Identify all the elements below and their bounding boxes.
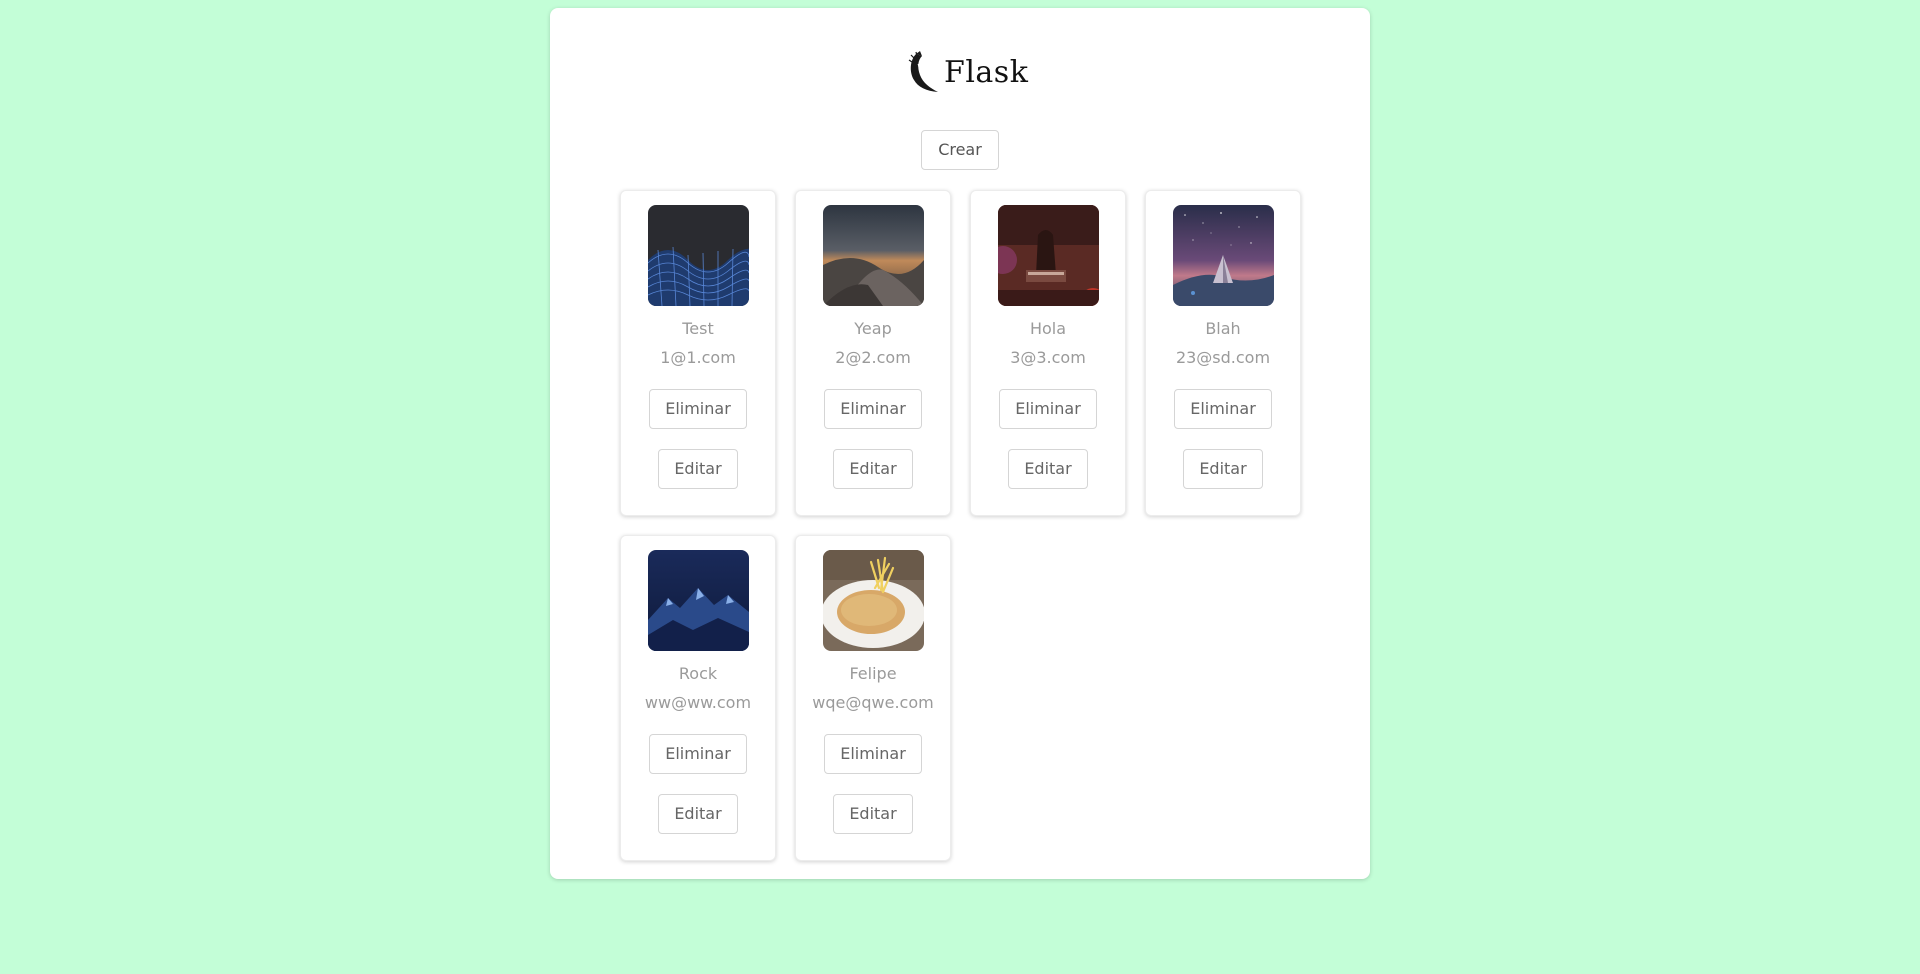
main-panel: Flask Crear Test 1@1.com Eliminar Editar	[550, 8, 1370, 879]
user-name: Rock	[678, 664, 718, 683]
delete-button[interactable]: Eliminar	[649, 734, 747, 774]
user-name: Test	[682, 319, 714, 338]
user-name: Blah	[1205, 319, 1241, 338]
edit-button[interactable]: Editar	[1183, 449, 1263, 489]
edit-button[interactable]: Editar	[833, 449, 913, 489]
user-name: Hola	[1029, 319, 1067, 338]
user-photo	[823, 205, 924, 306]
blue-mountains-image	[648, 550, 749, 651]
user-card: Hola 3@3.com Eliminar Editar	[970, 190, 1126, 516]
flask-logo: Flask	[908, 46, 1028, 94]
edit-button[interactable]: Editar	[658, 794, 738, 834]
edit-button[interactable]: Editar	[658, 449, 738, 489]
starry-sky-tent-image	[1173, 205, 1274, 306]
user-photo	[823, 550, 924, 651]
user-name: Yeap	[854, 319, 892, 338]
user-photo	[648, 205, 749, 306]
user-email: 23@sd.com	[1175, 348, 1271, 367]
delete-button[interactable]: Eliminar	[1174, 389, 1272, 429]
create-button[interactable]: Crear	[921, 130, 999, 170]
user-card: Rock ww@ww.com Eliminar Editar	[620, 535, 776, 861]
user-email: 2@2.com	[835, 348, 911, 367]
delete-button[interactable]: Eliminar	[824, 734, 922, 774]
user-email: 3@3.com	[1010, 348, 1086, 367]
schnitzel-fries-image	[823, 550, 924, 651]
delete-button[interactable]: Eliminar	[999, 389, 1097, 429]
concert-stage-image	[998, 205, 1099, 306]
delete-button[interactable]: Eliminar	[649, 389, 747, 429]
logo-text: Flask	[944, 55, 1029, 90]
flask-horn-icon	[908, 51, 938, 92]
delete-button[interactable]: Eliminar	[824, 389, 922, 429]
user-email: 1@1.com	[660, 348, 736, 367]
user-card: Blah 23@sd.com Eliminar Editar	[1145, 190, 1301, 516]
user-email: ww@ww.com	[644, 693, 752, 712]
edit-button[interactable]: Editar	[833, 794, 913, 834]
user-card: Test 1@1.com Eliminar Editar	[620, 190, 776, 516]
user-photo	[648, 550, 749, 651]
user-photo	[1173, 205, 1274, 306]
user-email: wqe@qwe.com	[812, 693, 934, 712]
user-card: Yeap 2@2.com Eliminar Editar	[795, 190, 951, 516]
user-photo	[998, 205, 1099, 306]
edit-button[interactable]: Editar	[1008, 449, 1088, 489]
desert-dunes-night-image	[823, 205, 924, 306]
user-name: Felipe	[849, 664, 897, 683]
blue-wave-network-image	[648, 205, 749, 306]
user-card: Felipe wqe@qwe.com Eliminar Editar	[795, 535, 951, 861]
